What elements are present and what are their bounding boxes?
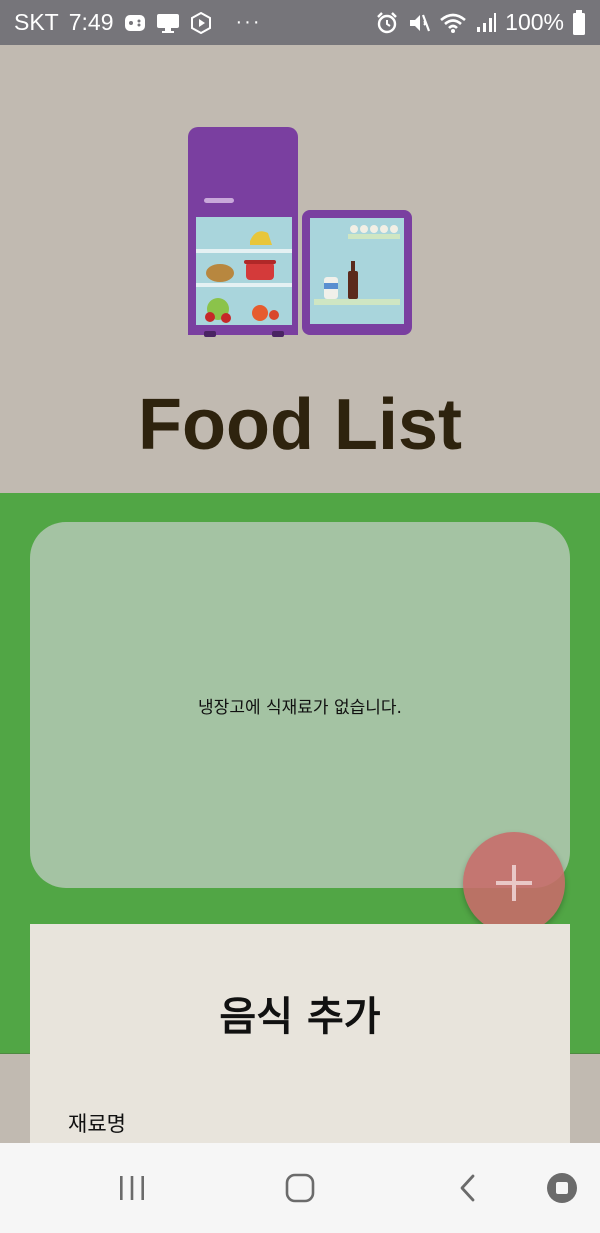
battery-icon xyxy=(572,9,586,36)
stop-button[interactable] xyxy=(538,1165,586,1211)
home-icon xyxy=(285,1173,315,1203)
alarm-icon xyxy=(375,11,399,35)
signal-icon xyxy=(475,12,497,34)
cast-icon xyxy=(190,11,212,34)
recent-apps-button[interactable] xyxy=(108,1165,156,1211)
fridge-icon xyxy=(188,127,412,337)
monitor-icon xyxy=(156,12,180,34)
food-list-card: 냉장고에 식재료가 없습니다. xyxy=(30,522,570,888)
game-icon xyxy=(124,13,146,33)
system-nav-bar xyxy=(0,1143,600,1233)
app-header: Food List xyxy=(0,45,600,493)
clock: 7:49 xyxy=(68,9,114,35)
plus-icon xyxy=(496,865,532,901)
carrier-label: SKT xyxy=(14,9,59,35)
page-title: Food List xyxy=(138,385,462,465)
recent-apps-icon xyxy=(120,1176,144,1200)
more-notifications: ··· xyxy=(235,11,262,33)
wifi-icon xyxy=(439,11,467,35)
mute-icon xyxy=(407,11,431,35)
stop-icon xyxy=(547,1173,577,1203)
empty-list-message: 냉장고에 식재료가 없습니다. xyxy=(198,697,402,718)
add-food-panel: 음식 추가 재료명 xyxy=(30,924,570,1143)
battery-label: 100% xyxy=(505,9,564,35)
back-button[interactable] xyxy=(444,1165,492,1211)
home-button[interactable] xyxy=(276,1165,324,1211)
status-bar: SKT 7:49 ··· 100% xyxy=(0,0,600,45)
back-icon xyxy=(460,1174,475,1202)
add-food-title: 음식 추가 xyxy=(219,994,381,1040)
ingredient-name-label: 재료명 xyxy=(68,1112,126,1136)
add-food-button[interactable] xyxy=(463,832,565,934)
